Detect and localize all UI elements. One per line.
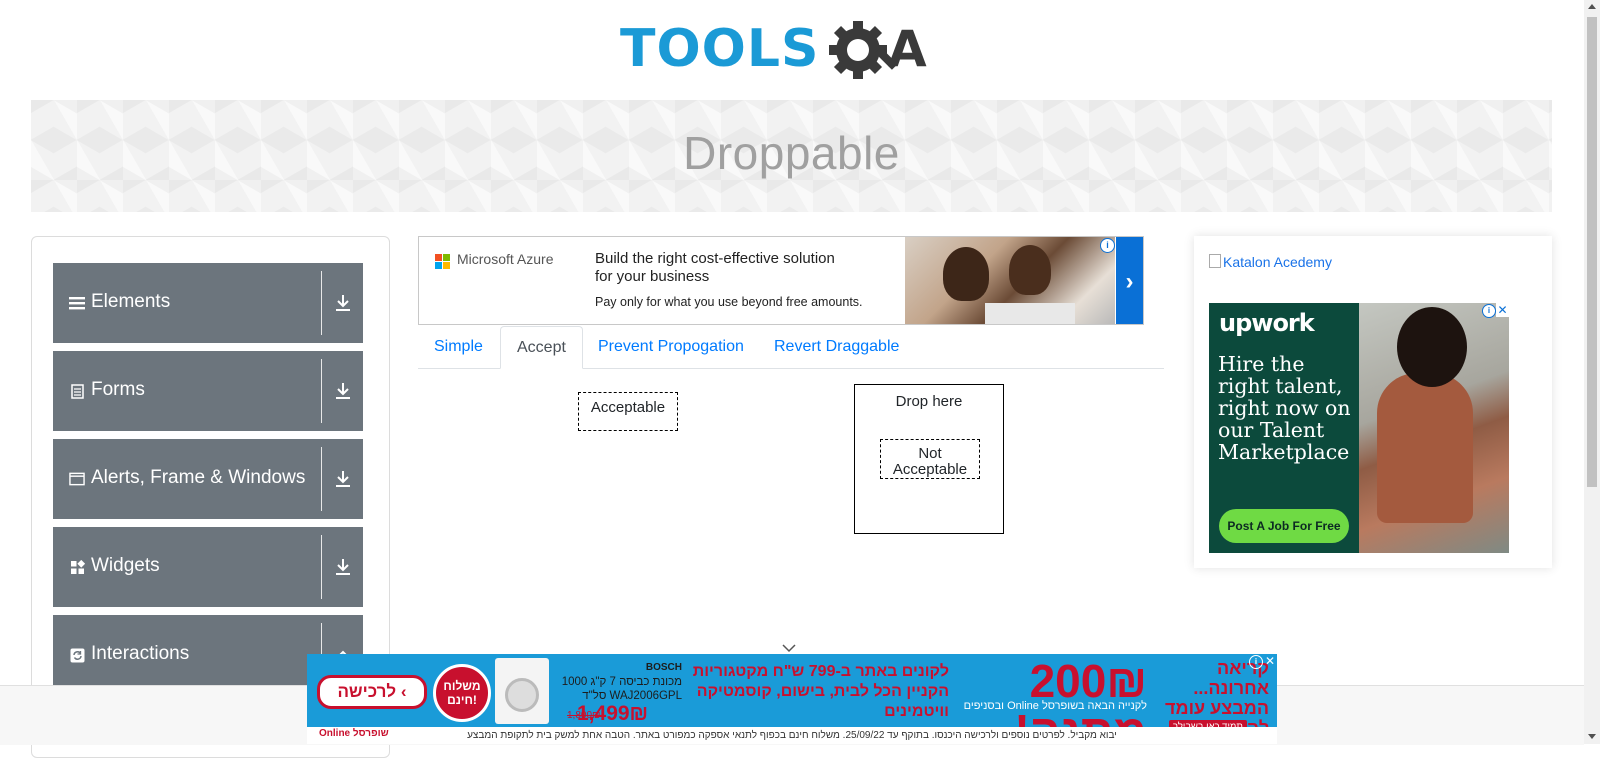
droppable-tabs: Simple Accept Prevent Propogation Revert…: [418, 326, 1164, 369]
divider: [321, 535, 322, 599]
ad-disclaimer: יבוא מקביל. לפרטים נוספים ולרכישה היכנסו…: [307, 727, 1277, 744]
product-brand: BOSCH: [645, 662, 682, 673]
washing-machine-image: [495, 658, 549, 724]
list-icon: [69, 295, 85, 311]
upwork-headline: Hire the right talent, right now on our …: [1218, 352, 1351, 464]
sidebar-group-forms[interactable]: Forms: [53, 351, 363, 431]
upwork-photo: [1359, 303, 1509, 553]
broken-image-icon: [1209, 254, 1221, 268]
ad-brand: Microsoft Azure: [457, 251, 554, 267]
not-acceptable-draggable[interactable]: Not Acceptable: [880, 439, 980, 479]
ad-info-icon[interactable]: i: [1249, 655, 1263, 669]
product-name: מכונת כביסה 7 ק"ג 1000 סל"ד WAJ2006GPL: [561, 676, 682, 702]
ad-info-icon[interactable]: i: [1482, 304, 1496, 318]
drop-label: Drop here: [895, 393, 963, 410]
acceptable-draggable[interactable]: Acceptable: [578, 392, 678, 431]
download-arrow-icon[interactable]: [333, 557, 353, 577]
microsoft-logo-icon: [435, 254, 451, 270]
download-arrow-icon[interactable]: [333, 293, 353, 313]
shufersal-logo: שופרסל Online: [319, 728, 389, 739]
scroll-up-arrow-icon[interactable]: [1588, 4, 1596, 9]
window-icon: [69, 471, 85, 487]
sidebar-group-label: Forms: [91, 379, 145, 400]
right-ad-panel: Katalon Acedemy upwork Hire the right ta…: [1194, 236, 1552, 568]
page-title: Droppable: [683, 127, 900, 179]
sidebar-group-elements[interactable]: Elements: [53, 263, 363, 343]
divider: [321, 359, 322, 423]
scroll-thumb[interactable]: [1587, 17, 1597, 487]
sidebar-group-label: Widgets: [91, 555, 160, 576]
tab-revert-draggable[interactable]: Revert Draggable: [758, 326, 915, 368]
upwork-ad[interactable]: upwork Hire the right talent, right now …: [1209, 303, 1509, 553]
chevron-down-icon[interactable]: [782, 640, 796, 653]
sidebar-group-label: Interactions: [91, 643, 190, 664]
ad-info-icon[interactable]: i: [1100, 238, 1115, 253]
shufersal-ad-banner[interactable]: לרכישה ‹ משלוח חינם! BOSCH מכונת כביסה 7…: [307, 654, 1277, 744]
sidebar-group-widgets[interactable]: Widgets: [53, 527, 363, 607]
ad-photo: [905, 237, 1115, 324]
tab-accept[interactable]: Accept: [500, 326, 583, 369]
divider: [321, 447, 322, 511]
sidebar-group-alerts-frame-windows[interactable]: Alerts, Frame & Windows: [53, 439, 363, 519]
azure-ad-banner[interactable]: Microsoft Azure Build the right cost-eff…: [418, 236, 1144, 325]
free-shipping-badge: משלוח חינם!: [433, 664, 491, 722]
page-scrollbar[interactable]: [1584, 0, 1600, 744]
upwork-logo: upwork: [1219, 309, 1315, 337]
promo-text: לקונים באתר ב-799 ש"ח מקטגוריות הקניין ה…: [692, 663, 949, 720]
post-job-button[interactable]: Post A Job For Free: [1219, 509, 1349, 543]
document-icon: [69, 383, 85, 399]
scroll-down-arrow-icon[interactable]: [1588, 734, 1596, 739]
refresh-icon: [69, 647, 85, 663]
ad-close-icon[interactable]: ✕: [1265, 654, 1275, 668]
drop-target[interactable]: Drop here Not Acceptable: [854, 384, 1004, 534]
tab-prevent-propogation[interactable]: Prevent Propogation: [582, 326, 760, 368]
ad-headline: Build the right cost-effective solution …: [595, 250, 835, 285]
katalon-academy-link[interactable]: Katalon Acedemy: [1209, 254, 1332, 270]
ad-subtext: Pay only for what you use beyond free am…: [595, 295, 863, 309]
page-banner: Droppable: [31, 100, 1552, 212]
ad-close-icon[interactable]: ✕: [1121, 237, 1133, 251]
divider: [321, 271, 322, 335]
ad-close-icon[interactable]: ✕: [1496, 303, 1509, 317]
logo-a-text: A: [888, 20, 927, 78]
toolsqa-logo[interactable]: TOOLS A: [620, 14, 940, 90]
katalon-alt-text: Katalon Acedemy: [1223, 254, 1332, 270]
sidebar-group-label: Elements: [91, 291, 171, 312]
price: 1,499₪: [577, 702, 649, 725]
tab-simple[interactable]: Simple: [418, 326, 499, 368]
widgets-icon: [69, 559, 85, 575]
sidebar-group-label: Alerts, Frame & Windows: [91, 467, 306, 488]
gift-subtext: לקנייה הבאה בשופרסל Online ובסניפים: [963, 700, 1147, 712]
logo-tools-text: TOOLS: [620, 19, 819, 79]
download-arrow-icon[interactable]: [333, 381, 353, 401]
buy-button[interactable]: לרכישה ‹: [317, 675, 427, 709]
download-arrow-icon[interactable]: [333, 469, 353, 489]
product-info: BOSCH מכונת כביסה 7 ק"ג 1000 סל"ד WAJ200…: [557, 660, 682, 703]
